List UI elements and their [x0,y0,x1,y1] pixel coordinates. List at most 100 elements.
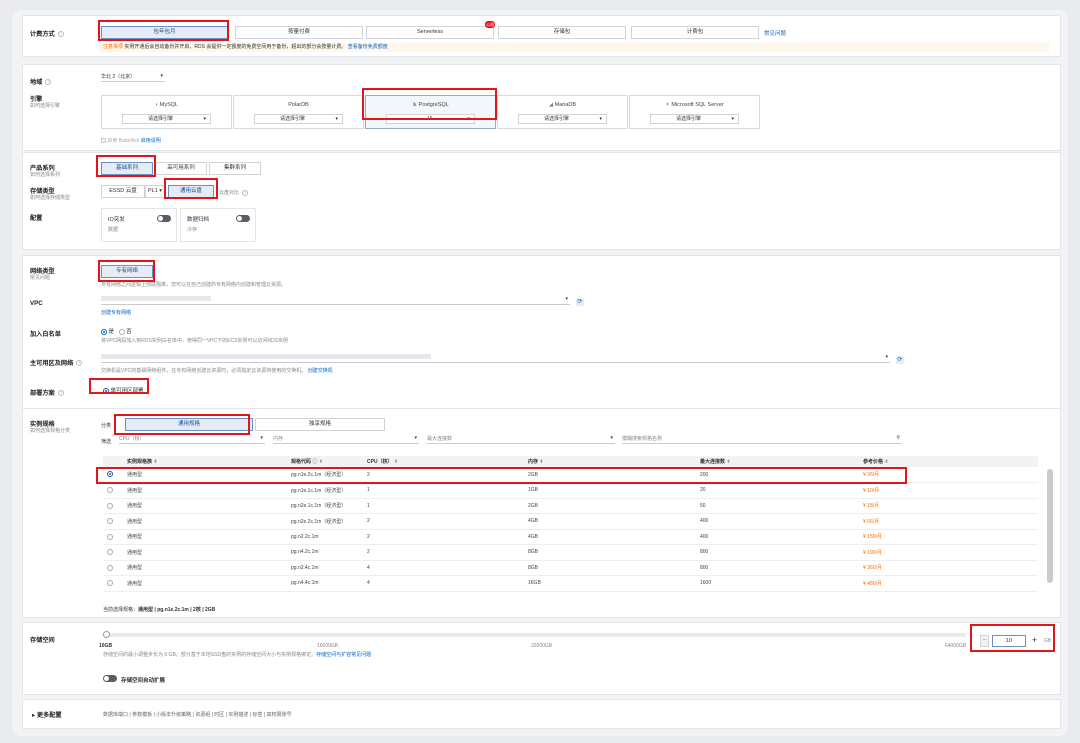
row-radio[interactable] [107,564,113,571]
row-radio[interactable] [107,533,113,540]
table-row[interactable]: 通用型 pg.n4.4c.1m 4 16GB 1600 ¥ 480/月 [103,575,1038,592]
table-cell[interactable] [103,575,123,592]
help-icon[interactable]: ? [242,189,249,196]
zone-create-link[interactable]: 创建交换机 [308,368,333,374]
engine-mariadb[interactable]: ◢ MariaDB 请选择引擎 ▾ [497,95,628,129]
engine-polardb[interactable]: PolarDB 请选择引擎 ▾ [233,95,364,129]
spec-category-general[interactable]: 通用规格 [125,418,253,431]
table-row[interactable]: 通用型 pg.n1e.1c.1m（经济型） 1 1GB 20 ¥ 10/月 [103,482,1038,499]
table-row[interactable]: 通用型 pg.n2e.2c.1m（经济型） 2 4GB 400 ¥ 66/月 [103,513,1038,530]
billing-faq-link[interactable]: 常见问题 [764,29,786,37]
billing-option-payg[interactable]: 按量付费 [235,26,363,39]
engine-version-select[interactable]: 请选择引擎 ▾ [122,114,211,124]
table-row[interactable]: 通用型 pg.n2.2c.1m 2 4GB 400 ¥ 150/月 [103,529,1038,545]
billing-option-storage-pack[interactable]: 存储包 [498,26,626,39]
network-sub[interactable]: 常见问题 [30,274,50,281]
table-cell[interactable] [103,498,123,514]
babelfish-checkbox[interactable] [101,138,106,144]
engine-version-select[interactable]: 请选择引擎 ▾ [650,114,739,124]
series-ha[interactable]: 高可用系列 [155,162,207,175]
storage-essd[interactable]: ESSD 云盘 [101,185,145,198]
table-row[interactable]: 通用型 pg.n4.2c.1m 2 8GB 800 ¥ 190/月 [103,544,1038,561]
sort-icon[interactable]: ⬍ [539,459,543,465]
table-cell[interactable] [103,482,123,499]
storage-type-sub[interactable]: 如何选择存储类型 [30,194,70,201]
table-header-cell[interactable]: 规格代码 ⓘ ⬍ [287,456,363,467]
row-radio[interactable] [107,471,113,478]
engine-mysql[interactable]: ◖ MySQL 请选择引擎 ▾ [101,95,232,129]
storage-slider-track[interactable] [103,631,966,638]
billing-option-subscription[interactable]: 包年包月 [101,26,228,39]
storage-hint-link[interactable]: 存储空间与扩容常见问题 [316,652,371,658]
whitelist-no-radio[interactable] [118,328,125,335]
table-cell[interactable] [103,544,123,561]
table-row[interactable]: 通用型 pg.n2.4c.1m 4 8GB 800 ¥ 360/月 [103,560,1038,576]
series-basic[interactable]: 基础系列 [101,162,153,175]
table-header-cell[interactable]: 实例规格族 ⬍ [123,456,287,467]
spec-category-dedicated[interactable]: 独享规格 [255,418,385,431]
spec-scrollbar[interactable] [1047,469,1053,583]
refresh-icon[interactable]: ⟳ [896,356,904,364]
storage-general[interactable]: 通用云盘 [168,185,214,198]
table-header-cell[interactable]: 内存 ⬍ [524,456,696,467]
row-radio[interactable] [107,580,113,587]
autoscale-toggle[interactable] [103,675,117,682]
series-sub[interactable]: 如何选择系列 [30,171,60,178]
filter-cpu[interactable]: CPU（核） ▾ [119,435,265,444]
table-cell[interactable] [103,513,123,530]
stepper-plus-button[interactable]: + [1029,635,1040,647]
storage-slider-handle[interactable] [103,631,110,638]
row-radio[interactable] [107,518,113,525]
billing-option-billing-pack[interactable]: 计费包 [631,26,759,39]
row-radio[interactable] [107,502,113,509]
storage-value-input[interactable]: 10 [992,635,1026,647]
archive-toggle[interactable] [236,215,250,222]
engine-version-select[interactable]: 请选择引擎 ▾ [518,114,607,124]
table-cell[interactable] [103,529,123,545]
engine-version-select[interactable]: 请选择引擎 ▾ [254,114,343,124]
refresh-icon[interactable]: ⟳ [576,298,584,306]
table-header-cell[interactable]: 参考价格 ⬍ [859,456,1038,467]
table-row[interactable]: 通用型 pg.n1e.2c.1m（经济型） 2 2GB 200 ¥ 36/月 [103,467,1038,483]
spec-sub[interactable]: 如何选择规格分类 [30,427,70,434]
help-icon[interactable]: ? [45,79,52,86]
row-radio[interactable] [107,487,113,494]
help-icon[interactable]: ? [57,31,64,38]
filter-mem[interactable]: 内存 ▾ [273,435,419,444]
region-select[interactable]: 华北 2（北京） ▾ [101,73,165,82]
vpc-select[interactable]: ▾ [101,296,570,305]
engine-sqlserver[interactable]: ✦ Microsoft SQL Server 请选择引擎 ▾ [629,95,760,129]
billing-option-serverless[interactable]: Serverless [366,26,494,39]
stepper-minus-button[interactable]: − [980,635,989,647]
sort-icon[interactable]: ⬍ [884,459,888,465]
vpc-create-link[interactable]: 创建专有网络 [101,309,131,316]
table-cell[interactable] [103,467,123,483]
engine-sub[interactable]: 如何选择引擎 [30,102,60,109]
deploy-radio[interactable] [103,387,109,394]
table-header-cell[interactable]: 最大连接数 ⬍ [696,456,859,467]
sort-icon[interactable]: ⬍ [153,459,157,465]
row-radio[interactable] [107,549,113,556]
deploy-option[interactable]: 单可用区部署 [103,386,144,394]
table-cell[interactable] [103,560,123,576]
sort-icon[interactable]: ⬍ [394,459,398,465]
series-cluster[interactable]: 集群系列 [209,162,261,175]
storage-pl-select[interactable]: PL1 ▾ [145,185,165,198]
engine-version-select[interactable]: 16 ▾ [386,114,475,124]
help-icon[interactable]: ? [76,360,83,367]
engine-postgresql[interactable]: ♞ PostgreSQL 16 ▾ [365,95,496,129]
zone-select[interactable]: ▾ [101,354,890,363]
notice-link[interactable]: 查看备份免费额度 [348,44,388,50]
help-icon[interactable]: ? [57,390,64,397]
filter-conn[interactable]: 最大连接数 ▾ [427,435,615,444]
table-header-cell[interactable]: CPU（核） ⬍ [363,456,524,467]
search-icon[interactable]: ⚲ [896,435,900,441]
storage-compare[interactable]: 云盘对比 [219,190,239,196]
table-row[interactable]: 通用型 pg.n2e.1c.1m（经济型） 1 2GB 50 ¥ 18/月 [103,498,1038,514]
sort-icon[interactable]: ⬍ [319,459,323,465]
babelfish-link[interactable]: 启用说明 [141,138,161,144]
whitelist-yes-radio[interactable] [101,328,107,335]
help-icon[interactable]: ⓘ [312,459,317,465]
network-vpc-option[interactable]: 专有网络 [101,265,153,278]
io-toggle[interactable] [157,215,171,222]
